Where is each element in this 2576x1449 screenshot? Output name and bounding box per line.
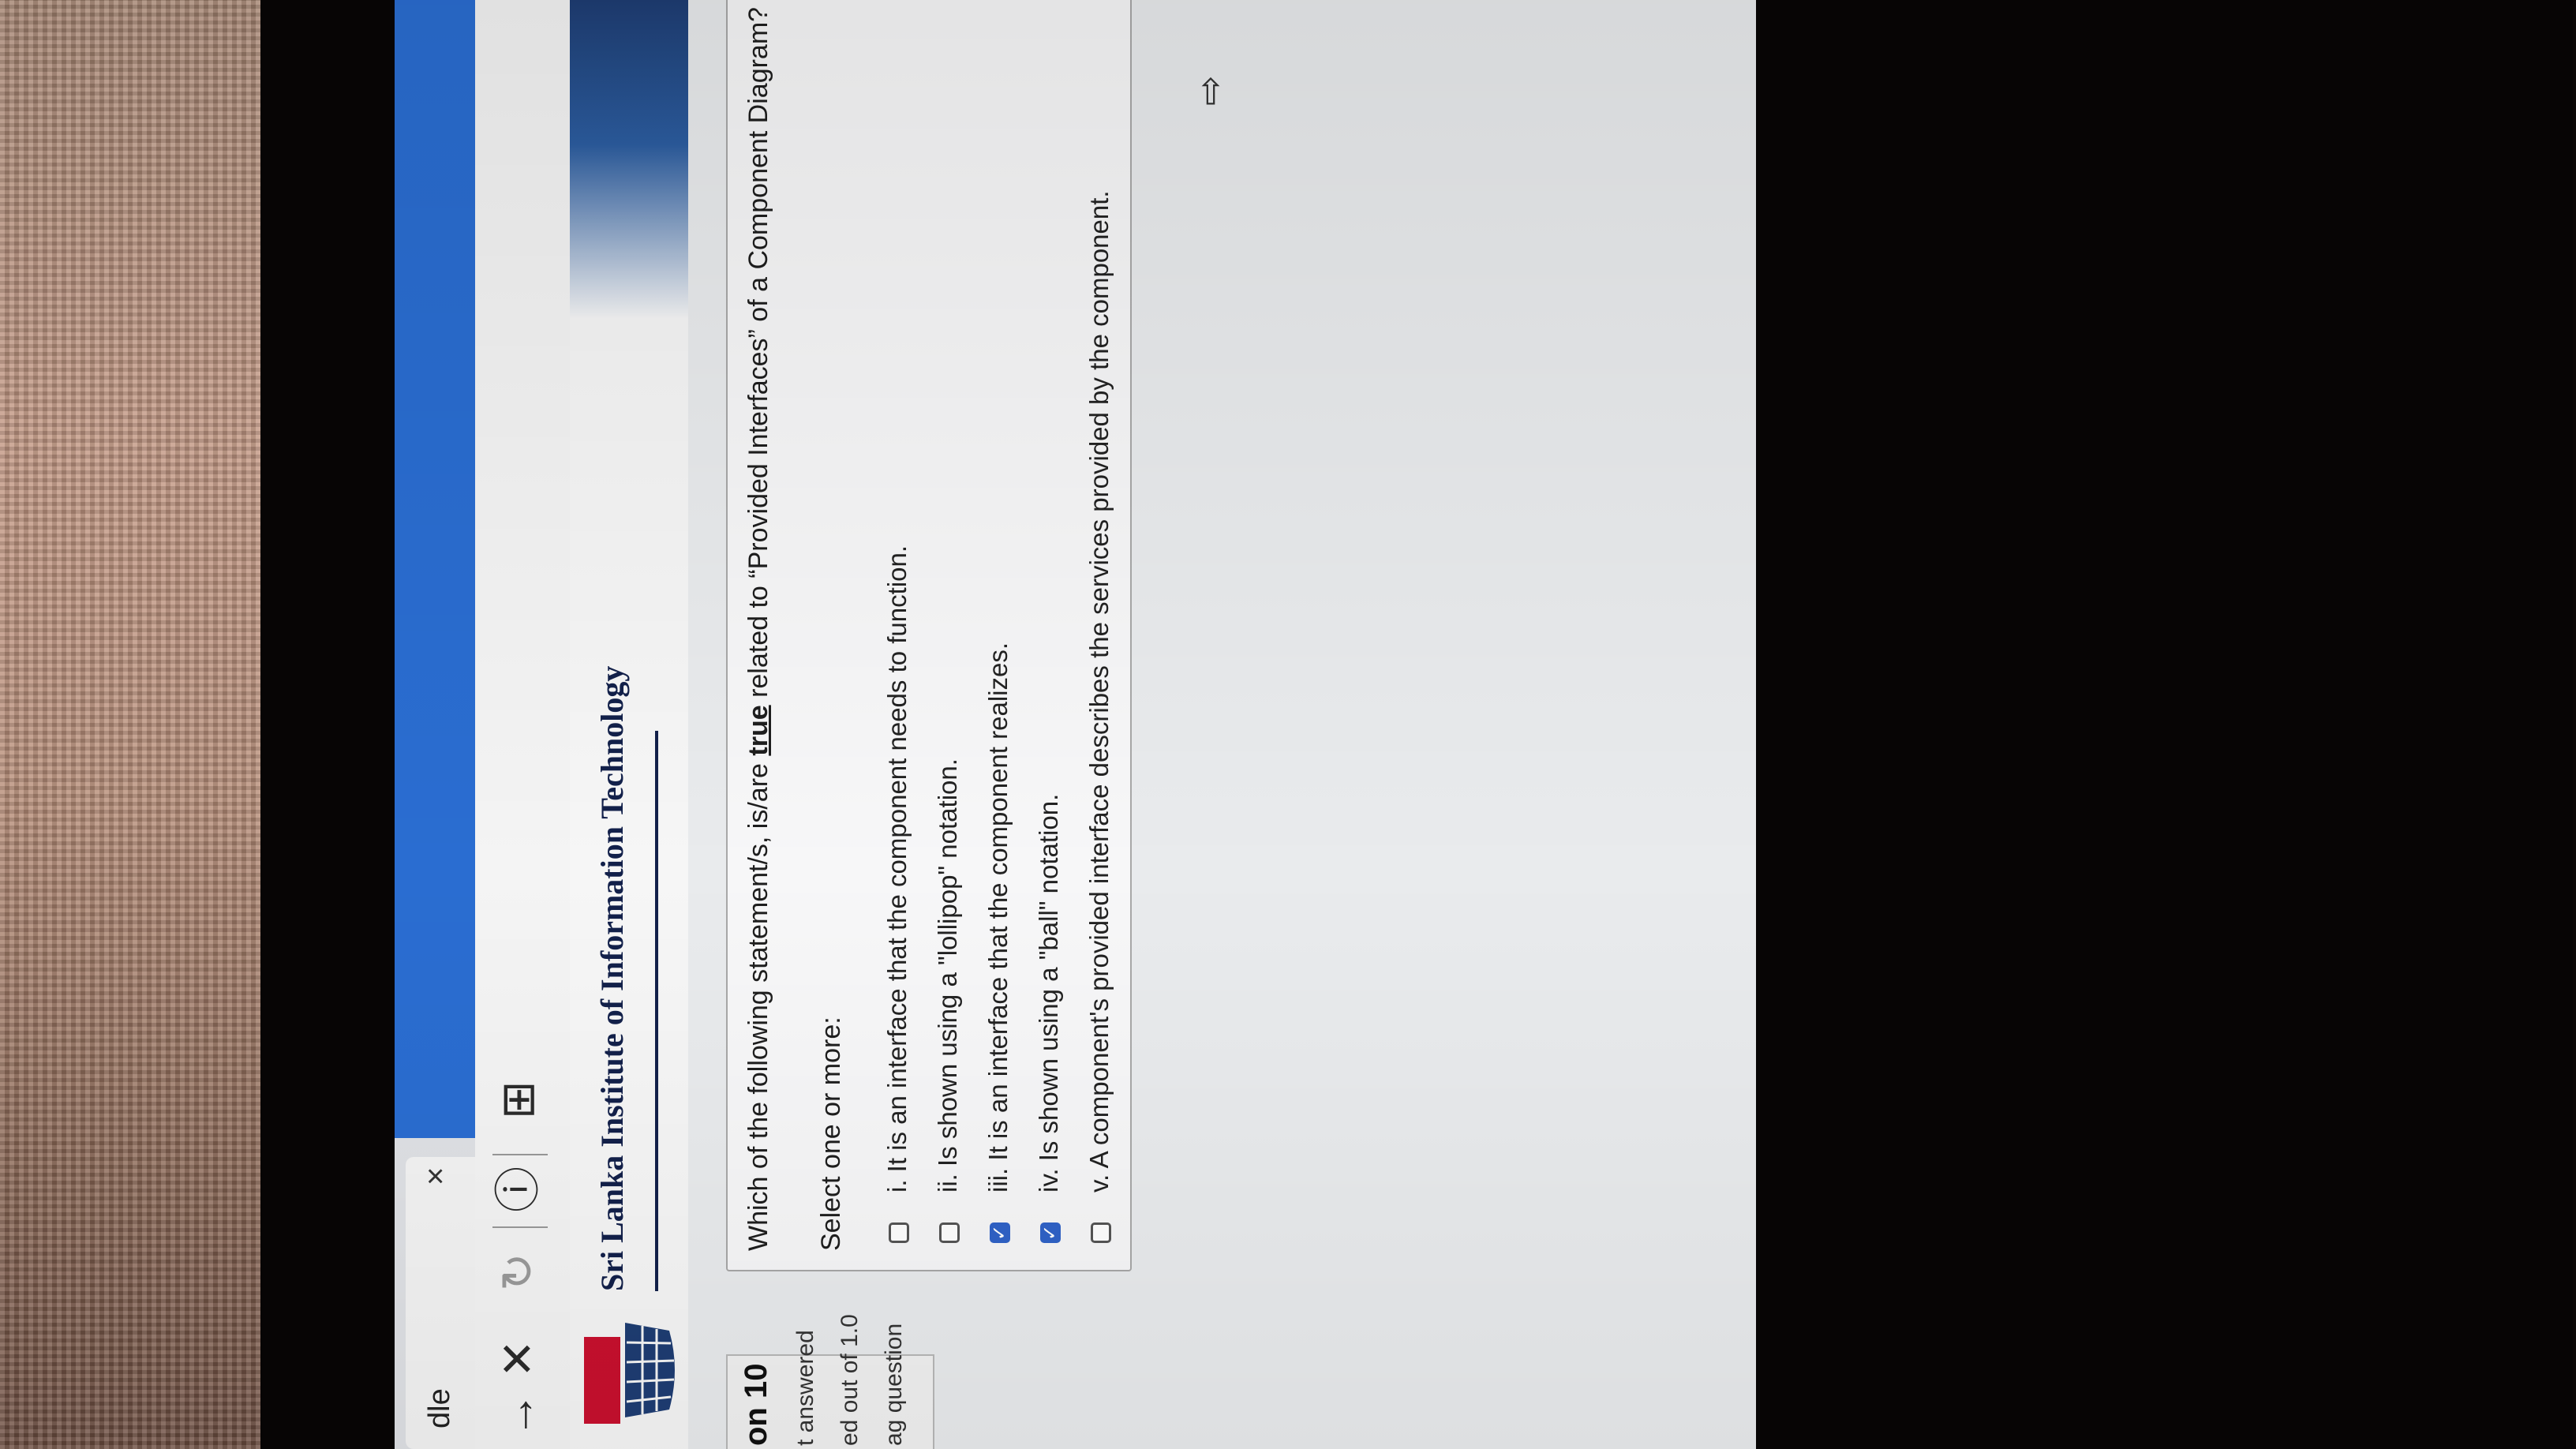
option-5-checkbox[interactable] bbox=[1091, 1222, 1111, 1243]
site-title: Sri Lanka Institute of Information Techn… bbox=[594, 665, 630, 1291]
browser-tab[interactable]: dle × bbox=[406, 1157, 475, 1449]
answer-status: t answered bbox=[792, 1330, 818, 1446]
option-2-checkbox[interactable] bbox=[939, 1222, 960, 1243]
option-4-label[interactable]: iv. Is shown using a "ball" notation. bbox=[1034, 794, 1064, 1193]
browser-screen: dle × → ✕ ↻ ⓘ ⊞ Sri Lanka Institute of I… bbox=[395, 0, 1756, 1449]
question-number: on 10 bbox=[739, 1363, 773, 1446]
option-1-checkbox[interactable] bbox=[889, 1222, 909, 1243]
reload-icon[interactable]: ↻ bbox=[492, 1252, 544, 1291]
navigation-bar: → ✕ ↻ ⓘ ⊞ bbox=[475, 0, 571, 1449]
close-tab-icon[interactable]: × bbox=[418, 1167, 454, 1185]
tab-title: dle bbox=[423, 1388, 456, 1428]
question-text-end: related to “Provided Interfaces” of a Co… bbox=[743, 6, 773, 706]
question-text: Which of the following statement/s, is/a… bbox=[743, 7, 774, 1251]
background-curtain bbox=[0, 0, 268, 1449]
stop-loading-icon[interactable]: ✕ bbox=[492, 1339, 544, 1378]
option-1-label[interactable]: i. It is an interface that the component… bbox=[882, 545, 912, 1193]
site-header: Sri Lanka Institute of Information Techn… bbox=[570, 0, 688, 1449]
new-tab-area[interactable] bbox=[395, 0, 475, 1138]
nav-divider bbox=[492, 1226, 548, 1228]
question-text-start: Which of the following statement/s, is/a… bbox=[743, 755, 773, 1251]
nav-divider bbox=[492, 1154, 548, 1155]
question-marks: ed out of 1.0 bbox=[837, 1314, 863, 1446]
option-3-label[interactable]: iii. It is an interface that the compone… bbox=[983, 642, 1013, 1193]
forward-icon[interactable]: → bbox=[492, 1392, 544, 1438]
question-info-panel: on 10 t answered ed out of 1.0 ag questi… bbox=[726, 1314, 934, 1449]
option-2-label[interactable]: ii. Is shown using a "lollipop" notation… bbox=[933, 758, 963, 1193]
add-tab-icon[interactable]: ⊞ bbox=[492, 1080, 544, 1119]
mouse-cursor-icon: ⇧ bbox=[1195, 71, 1226, 113]
option-4-checkbox[interactable]: ✓ bbox=[1039, 1222, 1061, 1243]
site-info-icon[interactable]: ⓘ bbox=[492, 1166, 544, 1212]
option-5-label[interactable]: v. A component's provided interface desc… bbox=[1084, 190, 1114, 1193]
option-3-checkbox[interactable]: ✓ bbox=[989, 1222, 1010, 1243]
select-prompt: Select one or more: bbox=[816, 1017, 846, 1251]
question-panel: Which of the following statement/s, is/a… bbox=[726, 0, 1132, 1271]
sliit-logo-icon[interactable] bbox=[576, 1315, 677, 1425]
question-emphasis: true bbox=[743, 705, 773, 756]
title-underline bbox=[655, 731, 658, 1291]
tab-bar: dle × bbox=[395, 0, 475, 1449]
quiz-content: on 10 t answered ed out of 1.0 ag questi… bbox=[688, 0, 1756, 1449]
flag-question-link[interactable]: ag question bbox=[881, 1324, 908, 1446]
